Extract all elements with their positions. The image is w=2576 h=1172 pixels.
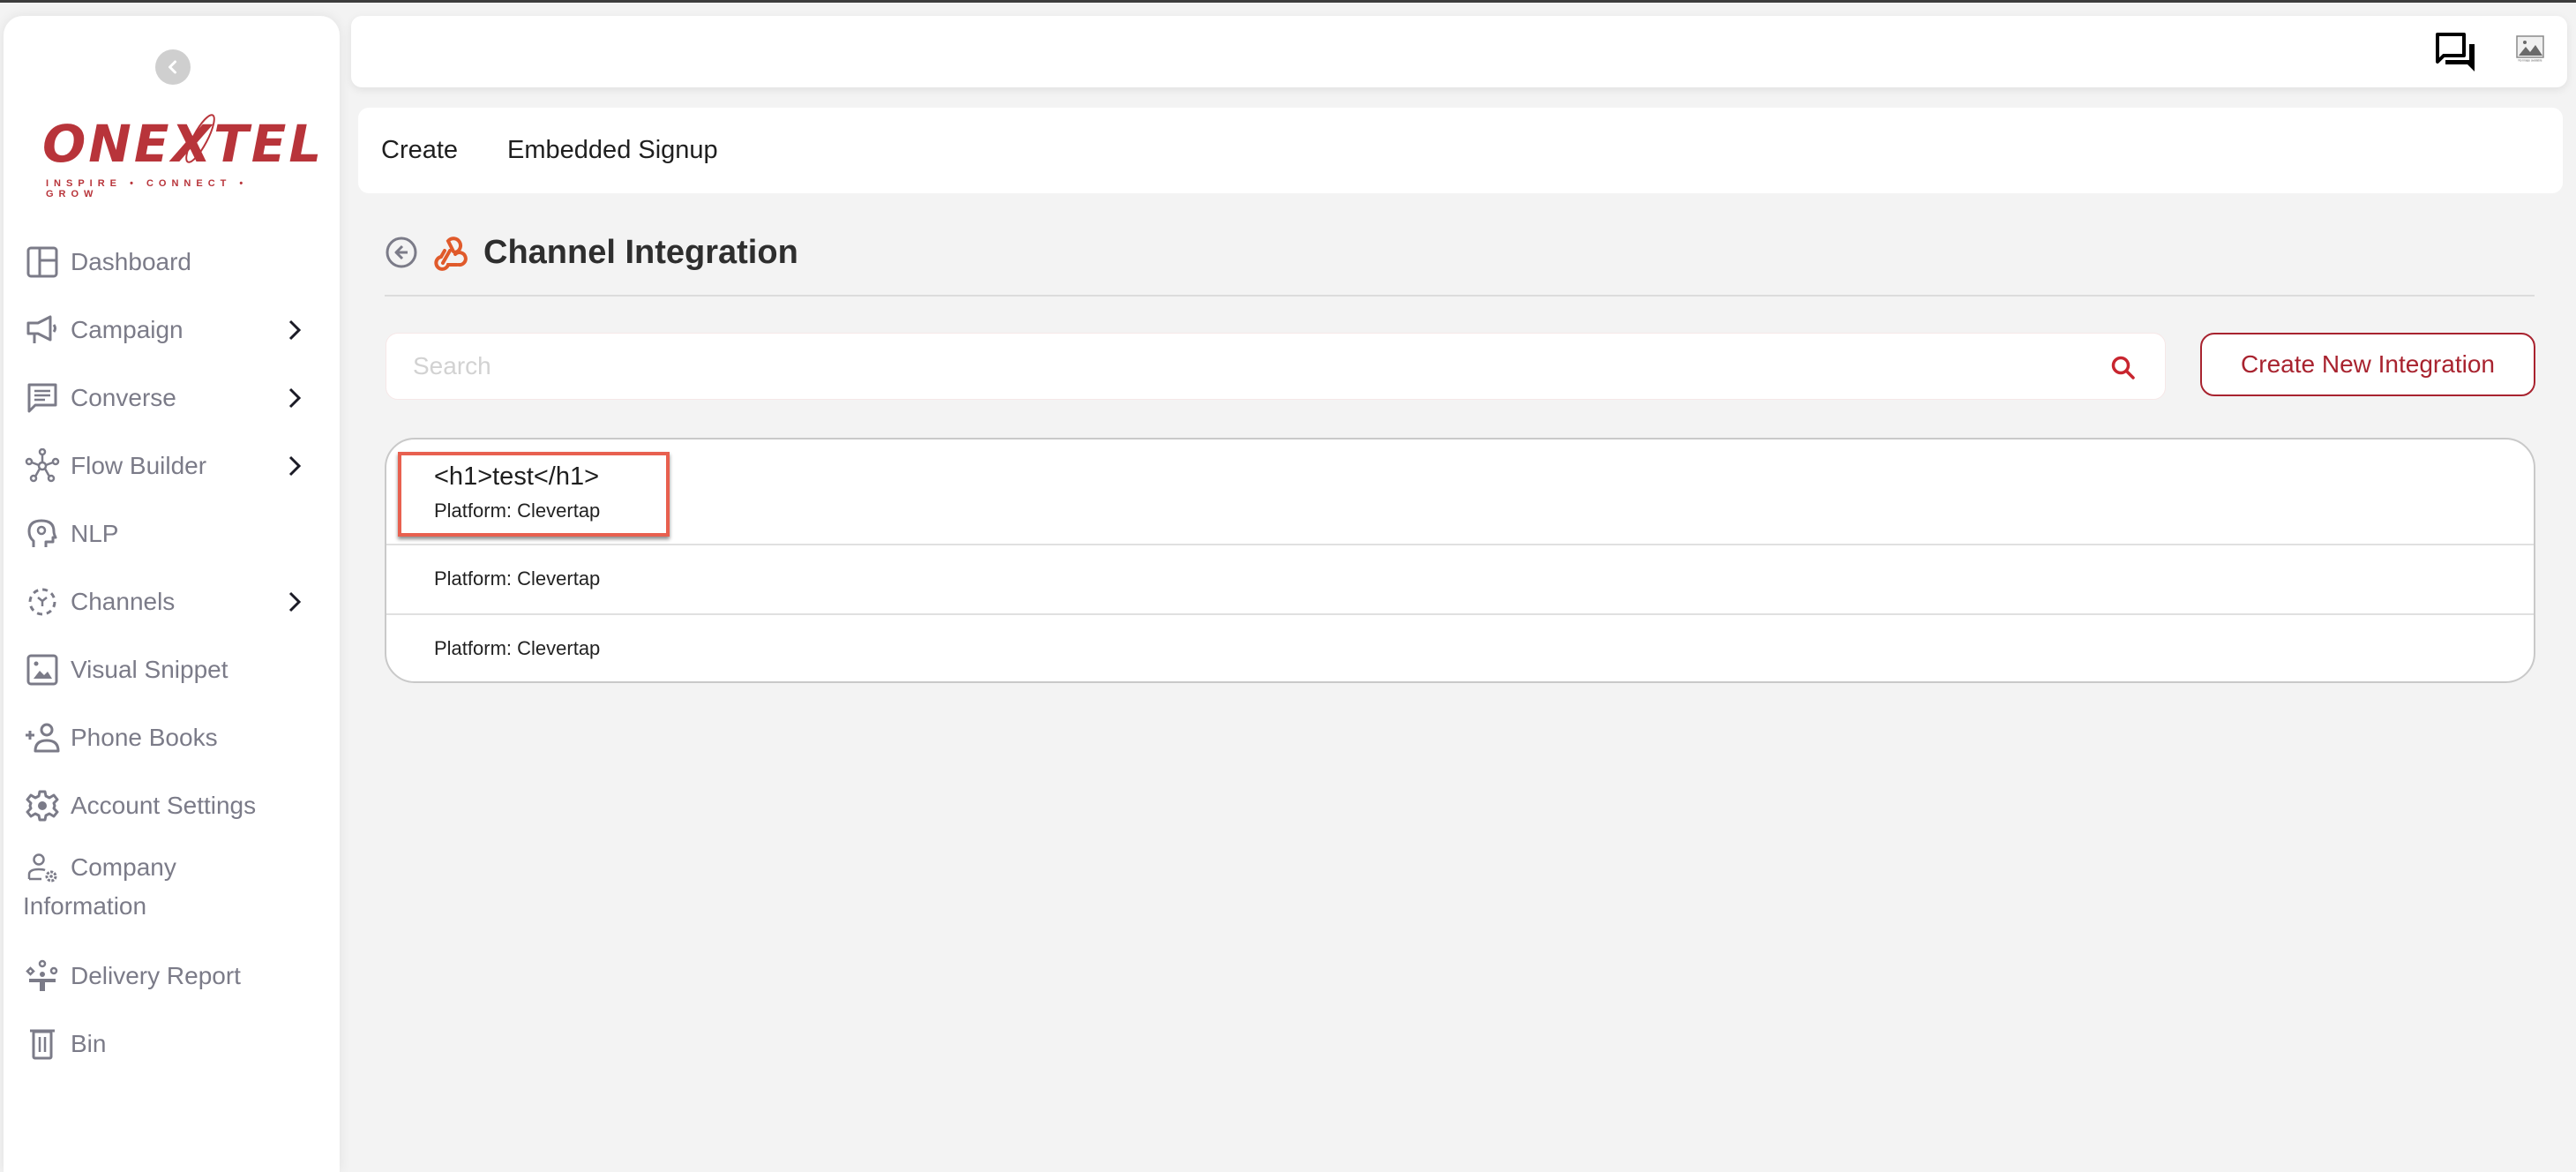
search-box <box>386 333 2166 400</box>
sidebar-item-label: Flow Builder <box>71 451 207 479</box>
chat-icon <box>25 380 60 416</box>
trash-icon <box>25 1026 60 1062</box>
header-divider <box>385 295 2535 297</box>
sidebar-item-label: Campaign <box>71 315 183 343</box>
sidebar-item-campaign[interactable]: Campaign <box>4 296 340 364</box>
add-person-icon <box>25 720 60 755</box>
sidebar-item-label-line1: Company <box>71 853 176 881</box>
integrations-list: <h1>test</h1> Platform: Clevertap Platfo… <box>385 438 2535 683</box>
sidebar: ONEXTEL INSPIRE • CONNECT • GROW Dashboa… <box>4 16 340 1172</box>
sidebar-item-label: Phone Books <box>71 723 218 751</box>
logo-wordmark: ONEXTEL <box>42 114 325 174</box>
sidebar-item-label: Delivery Report <box>71 961 241 989</box>
sidebar-item-visual-snippet[interactable]: Visual Snippet <box>4 635 340 703</box>
chevron-right-icon <box>288 591 302 612</box>
search-input[interactable] <box>413 334 2089 399</box>
sidebar-item-phone-books[interactable]: Phone Books <box>4 703 340 771</box>
sidebar-item-account-settings[interactable]: Account Settings <box>4 771 340 839</box>
search-icon[interactable] <box>2109 354 2138 382</box>
chevron-right-icon <box>288 387 302 409</box>
sidebar-item-label: Converse <box>71 383 176 411</box>
sidebar-item-label: Dashboard <box>71 247 191 275</box>
channels-icon <box>25 584 60 620</box>
sidebar-item-channels[interactable]: Channels <box>4 567 340 635</box>
top-bar: No image available <box>351 16 2567 87</box>
delivery-report-icon <box>25 958 60 994</box>
dashboard-icon <box>25 244 60 280</box>
chevron-right-icon <box>288 319 302 341</box>
logo-swoosh-icon <box>185 114 215 163</box>
create-new-integration-button[interactable]: Create New Integration <box>2200 333 2535 396</box>
page-title: Channel Integration <box>483 233 798 271</box>
flow-nodes-icon <box>25 447 60 484</box>
user-gear-icon <box>25 851 60 886</box>
sidebar-collapse-button[interactable] <box>155 49 191 85</box>
sidebar-item-label: NLP <box>71 519 119 547</box>
brain-gear-icon <box>25 516 60 552</box>
gear-icon <box>25 788 60 823</box>
chevron-left-icon <box>168 60 176 74</box>
sidebar-item-converse[interactable]: Converse <box>4 364 340 432</box>
sidebar-item-label: Visual Snippet <box>71 655 228 683</box>
onextel-logo: ONEXTEL INSPIRE • CONNECT • GROW <box>39 113 325 199</box>
image-icon <box>25 652 60 687</box>
image-placeholder-caption: No image available <box>2518 59 2542 63</box>
sidebar-item-delivery-report[interactable]: Delivery Report <box>4 942 340 1010</box>
tab-embedded-signup[interactable]: Embedded Signup <box>507 136 718 165</box>
webhook-icon <box>431 233 469 272</box>
sidebar-item-label-line2: Information <box>23 892 147 920</box>
sidebar-item-bin[interactable]: Bin <box>4 1010 340 1078</box>
integration-row[interactable]: Platform: Clevertap <box>386 544 2534 613</box>
messages-icon[interactable] <box>2435 32 2477 77</box>
integration-platform: Platform: Clevertap <box>434 637 601 659</box>
image-placeholder-icon[interactable]: No image available <box>2516 35 2544 66</box>
sidebar-item-flow-builder[interactable]: Flow Builder <box>4 432 340 500</box>
integration-row[interactable]: Platform: Clevertap <box>386 613 2534 681</box>
integration-platform: Platform: Clevertap <box>434 500 601 522</box>
sidebar-item-dashboard[interactable]: Dashboard <box>4 228 340 296</box>
sidebar-item-label: Account Settings <box>71 791 257 819</box>
page-header: Channel Integration <box>385 228 798 277</box>
sidebar-nav: Dashboard Campaign Converse Flow Builder <box>4 228 340 1078</box>
integration-platform: Platform: Clevertap <box>434 567 601 590</box>
logo-tagline: INSPIRE • CONNECT • GROW <box>46 178 249 199</box>
nav-tabs: Create Embedded Signup <box>358 108 2563 193</box>
window-top-strip <box>0 0 2576 3</box>
integration-name: <h1>test</h1> <box>434 462 600 491</box>
back-arrow-icon[interactable] <box>385 236 418 269</box>
sidebar-item-label: Channels <box>71 587 176 615</box>
megaphone-icon <box>25 312 60 348</box>
integration-row[interactable]: <h1>test</h1> Platform: Clevertap <box>386 440 2534 544</box>
sidebar-item-company-information[interactable]: Company Information <box>4 839 340 942</box>
sidebar-item-nlp[interactable]: NLP <box>4 500 340 567</box>
sidebar-item-label: Bin <box>71 1029 107 1057</box>
tab-create[interactable]: Create <box>381 136 458 165</box>
chevron-right-icon <box>288 455 302 477</box>
